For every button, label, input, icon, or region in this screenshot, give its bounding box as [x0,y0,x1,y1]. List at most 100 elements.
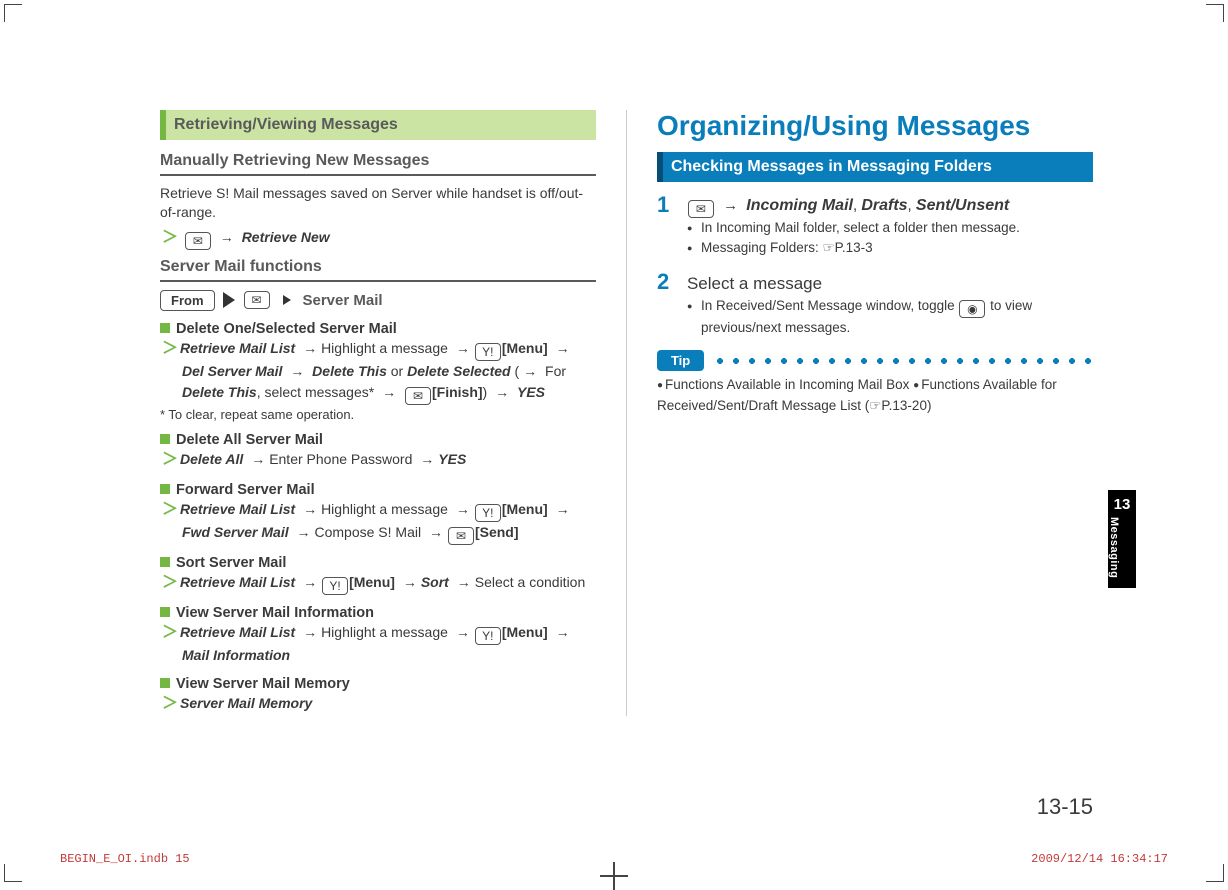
chapter-number: 13 [1108,496,1136,513]
tip-close: ) [927,398,932,413]
menu-label: [Menu] [502,624,548,640]
step2-title: Select a message [687,274,822,293]
crop-mark-bl [4,864,22,882]
retrieve-mail-list: Retrieve Mail List [180,340,295,356]
delete-one-body3: Delete This, select messages* → ✉[Finish… [160,382,596,405]
mail-key-icon: ✉ [688,200,714,218]
step1-bullet2: Messaging Folders: ☞P.13-3 [687,238,1020,258]
square-bullet-icon [160,557,170,567]
crop-mark-br [1206,864,1224,882]
pointing-hand-icon: ☞ [823,240,835,255]
chevron-right-icon: ＞ [162,451,178,468]
step2-bullet1: In Received/Sent Message window, toggle … [687,296,1093,338]
menu-label: [Menu] [502,501,548,517]
item-forward: Forward Server Mail [160,482,596,498]
from-pill: From [160,290,215,311]
left-column: Retrieving/Viewing Messages Manually Ret… [160,110,596,716]
tip-label: Tip [657,350,704,371]
finish-label: [Finish] [432,384,483,400]
chevron-right-icon: ＞ [162,340,178,357]
retrieve-new-label: Retrieve New [242,229,330,245]
folders-prefix: Messaging Folders: [701,240,823,255]
registration-mark [606,868,622,884]
chevron-right-icon: ＞ [162,229,178,246]
retrieve-list: Retrieve Mail List [180,624,295,640]
step2-b1-pre: In Received/Sent Message window, toggle [701,298,955,313]
page-ref-13-3: P.13-3 [835,240,873,255]
square-bullet-icon [160,484,170,494]
delete-all-title: Delete All Server Mail [176,432,323,448]
square-bullet-icon [160,607,170,617]
delete-all-body: ＞Delete All →Enter Phone Password →YES [160,448,596,472]
highlight-msg: Highlight a message [321,501,448,517]
clear-note: * To clear, repeat same operation. [160,407,596,422]
chevron-right-icon: ＞ [162,501,178,518]
mail-key-icon: ✉ [448,527,474,545]
chevron-right-icon: ＞ [162,695,178,712]
menu-label: [Menu] [349,574,395,590]
sort-body: ＞Retrieve Mail List →Y![Menu] →Sort →Sel… [160,571,596,595]
tip-row: Tip [657,350,1093,371]
retrieve-list: Retrieve Mail List [180,501,295,517]
section-checking-folders: Checking Messages in Messaging Folders [657,152,1093,182]
mail-information: Mail Information [182,647,290,663]
intro-text: Retrieve S! Mail messages saved on Serve… [160,184,596,222]
server-mail-memory: Server Mail Memory [180,695,312,711]
retrieve-new-line: ＞ ✉ → Retrieve New [160,226,596,250]
chevron-right-icon: ＞ [162,574,178,591]
page-number: 13-15 [1037,794,1093,820]
square-bullet-icon [160,323,170,333]
tip-a: Functions Available in Incoming Mail Box [665,377,909,392]
view-memory-body: ＞Server Mail Memory [160,692,596,716]
forward-title: Forward Server Mail [176,482,315,498]
from-row: From ✉ Server Mail [160,290,596,311]
right-column: Organizing/Using Messages Checking Messa… [657,110,1093,716]
section-retrieving-viewing: Retrieving/Viewing Messages [160,110,596,140]
delete-one-body: ＞Retrieve Mail List →Highlight a message… [160,337,596,361]
compose-mail: Compose S! Mail [314,524,421,540]
highlight-msg: Highlight a message [321,624,448,640]
mail-key-icon: ✉ [185,232,211,250]
delete-one-body2: Del Server Mail → Delete This or Delete … [160,361,596,382]
y-key-icon: Y! [322,577,348,595]
forward-body: ＞Retrieve Mail List →Highlight a message… [160,498,596,522]
retrieve-list: Retrieve Mail List [180,574,295,590]
step-1: 1 ✉ → Incoming Mail, Drafts, Sent/Unsent… [657,194,1093,259]
triangle-right-small-icon [283,295,291,305]
item-view-memory: View Server Mail Memory [160,676,596,692]
chapter-tab: 13 Messaging [1108,490,1136,588]
y-key-icon: Y! [475,504,501,522]
step-number-2: 2 [657,271,677,339]
page-ref-13-20: P.13-20 [881,398,927,413]
y-key-icon: Y! [475,627,501,645]
column-divider [626,110,627,716]
triangle-right-icon [223,292,235,308]
item-delete-one: Delete One/Selected Server Mail [160,321,596,337]
select-condition: Select a condition [475,574,586,590]
delete-all-action: Delete All [180,451,243,467]
tip-text: ●Functions Available in Incoming Mail Bo… [657,375,1093,416]
view-memory-title: View Server Mail Memory [176,676,350,692]
step-2: 2 Select a message In Received/Sent Mess… [657,271,1093,339]
heading-organizing: Organizing/Using Messages [657,110,1093,142]
nav-key-icon: ◉ [959,300,985,318]
forward-body2: Fwd Server Mail →Compose S! Mail →✉[Send… [160,522,596,545]
y-key-icon: Y! [475,343,501,361]
chapter-label: Messaging [1108,517,1120,578]
view-info-title: View Server Mail Information [176,605,374,621]
yes-label: YES [517,384,545,400]
view-info-body2: Mail Information [160,645,596,666]
yes-label: YES [438,451,466,467]
crop-mark-tl [4,4,22,22]
item-delete-one-title: Delete One/Selected Server Mail [176,321,397,337]
item-sort: Sort Server Mail [160,555,596,571]
mail-key-icon: ✉ [244,291,270,309]
server-mail-label: Server Mail [303,292,383,309]
sort-action: Sort [421,574,449,590]
step1-bullet1: In Incoming Mail folder, select a folder… [687,218,1020,238]
view-info-body: ＞Retrieve Mail List →Highlight a message… [160,621,596,645]
chevron-right-icon: ＞ [162,624,178,641]
item-view-info: View Server Mail Information [160,605,596,621]
send-label: [Send] [475,524,519,540]
pointing-hand-icon: ☞ [869,398,881,413]
